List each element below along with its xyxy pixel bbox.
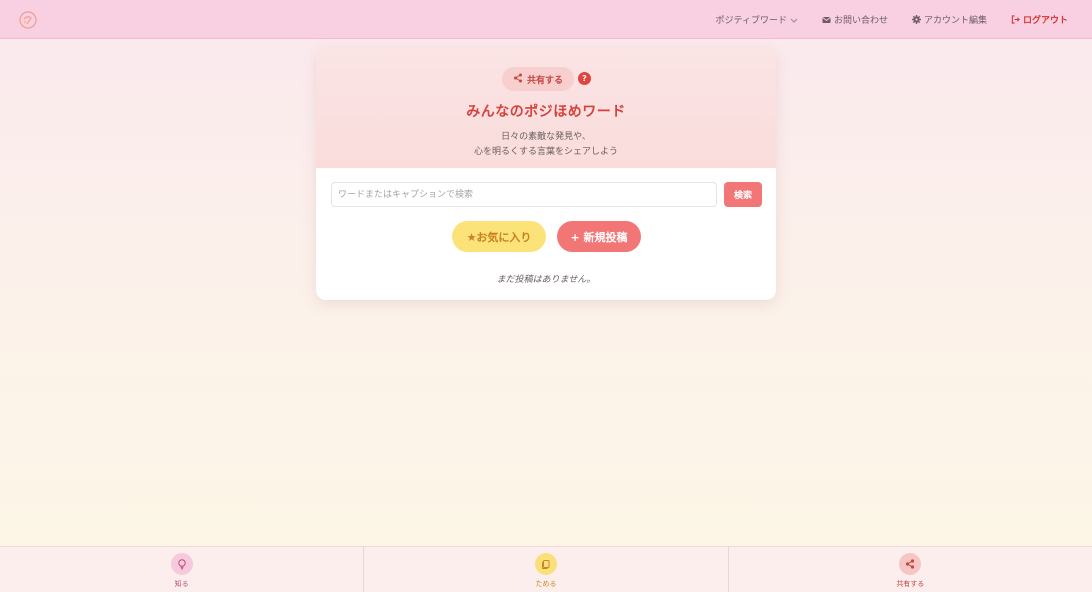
share-icon: [899, 553, 922, 575]
subtitle-line-1: 日々の素敵な発見や、: [501, 132, 591, 142]
bottom-nav-share[interactable]: 共有する: [727, 547, 1092, 592]
nav-logout-link[interactable]: ログアウト: [1011, 13, 1068, 26]
nav-logout-label: ログアウト: [1022, 16, 1068, 26]
mail-icon: [822, 16, 831, 24]
nav-contact-link[interactable]: お問い合わせ: [822, 13, 888, 26]
page-subtitle: 日々の素敵な発見や、 心を明るくする言葉をシェアしよう: [316, 130, 776, 160]
positive-words-card: 共有する ? みんなのポジほめワード 日々の素敵な発見や、 心を明るくする言葉を…: [316, 48, 776, 300]
new-post-button[interactable]: + 新規投稿: [557, 221, 641, 252]
search-row: 検索: [331, 182, 763, 207]
bottom-nav-bar: 知る ためる 共有する: [0, 546, 1092, 592]
favorites-button[interactable]: ★お気に入り: [452, 221, 546, 252]
chevron-down-icon: [790, 16, 798, 24]
nav-account-edit-label: アカウント編集: [923, 16, 987, 26]
help-icon[interactable]: ?: [578, 72, 591, 85]
nav-positive-words-label: ポジティブワード: [715, 16, 787, 26]
card-header: 共有する ? みんなのポジほめワード 日々の素敵な発見や、 心を明るくする言葉を…: [316, 48, 776, 168]
empty-state-message: まだ投稿はありません。: [496, 275, 596, 285]
share-tag-label: 共有する: [526, 75, 563, 86]
subtitle-line-2: 心を明るくする言葉をシェアしよう: [473, 147, 618, 157]
logo-icon[interactable]: [18, 10, 38, 30]
logout-icon: [1011, 15, 1020, 24]
share-tag: 共有する: [502, 67, 574, 91]
bottom-nav-know[interactable]: 知る: [0, 547, 363, 592]
bottom-nav-save-label: ためる: [535, 580, 557, 588]
bottom-nav-know-label: 知る: [174, 580, 189, 588]
nav-account-edit-link[interactable]: アカウント編集: [911, 13, 987, 26]
bottom-nav-share-label: 共有する: [896, 580, 925, 588]
top-nav-menu: ポジティブワード お問い合わせ アカウント編集 ログアウト: [715, 0, 1068, 39]
page-title: みんなのポジほめワード: [466, 104, 626, 120]
gear-icon: [911, 15, 921, 24]
share-icon: [513, 73, 523, 86]
lightbulb-icon: [170, 553, 193, 575]
nav-positive-words-dropdown[interactable]: ポジティブワード: [715, 13, 798, 26]
copy-icon: [534, 553, 557, 575]
search-input[interactable]: [331, 182, 717, 207]
top-nav-bar: ポジティブワード お問い合わせ アカウント編集 ログアウト: [0, 0, 1092, 39]
bottom-nav-save[interactable]: ためる: [363, 547, 727, 592]
search-button[interactable]: 検索: [724, 182, 762, 207]
nav-contact-label: お問い合わせ: [833, 16, 888, 26]
